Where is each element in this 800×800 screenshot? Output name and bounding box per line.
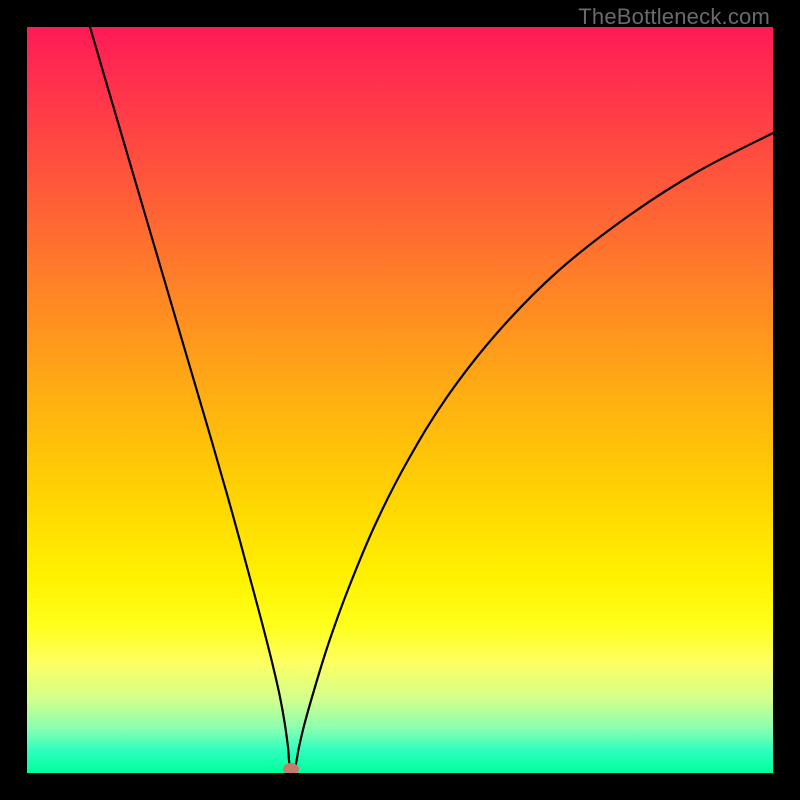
bottleneck-curve — [27, 27, 773, 773]
plot-area — [27, 27, 773, 773]
curve-path — [90, 27, 773, 770]
optimum-marker — [283, 763, 299, 773]
watermark-text: TheBottleneck.com — [578, 4, 770, 30]
chart-frame: TheBottleneck.com — [0, 0, 800, 800]
